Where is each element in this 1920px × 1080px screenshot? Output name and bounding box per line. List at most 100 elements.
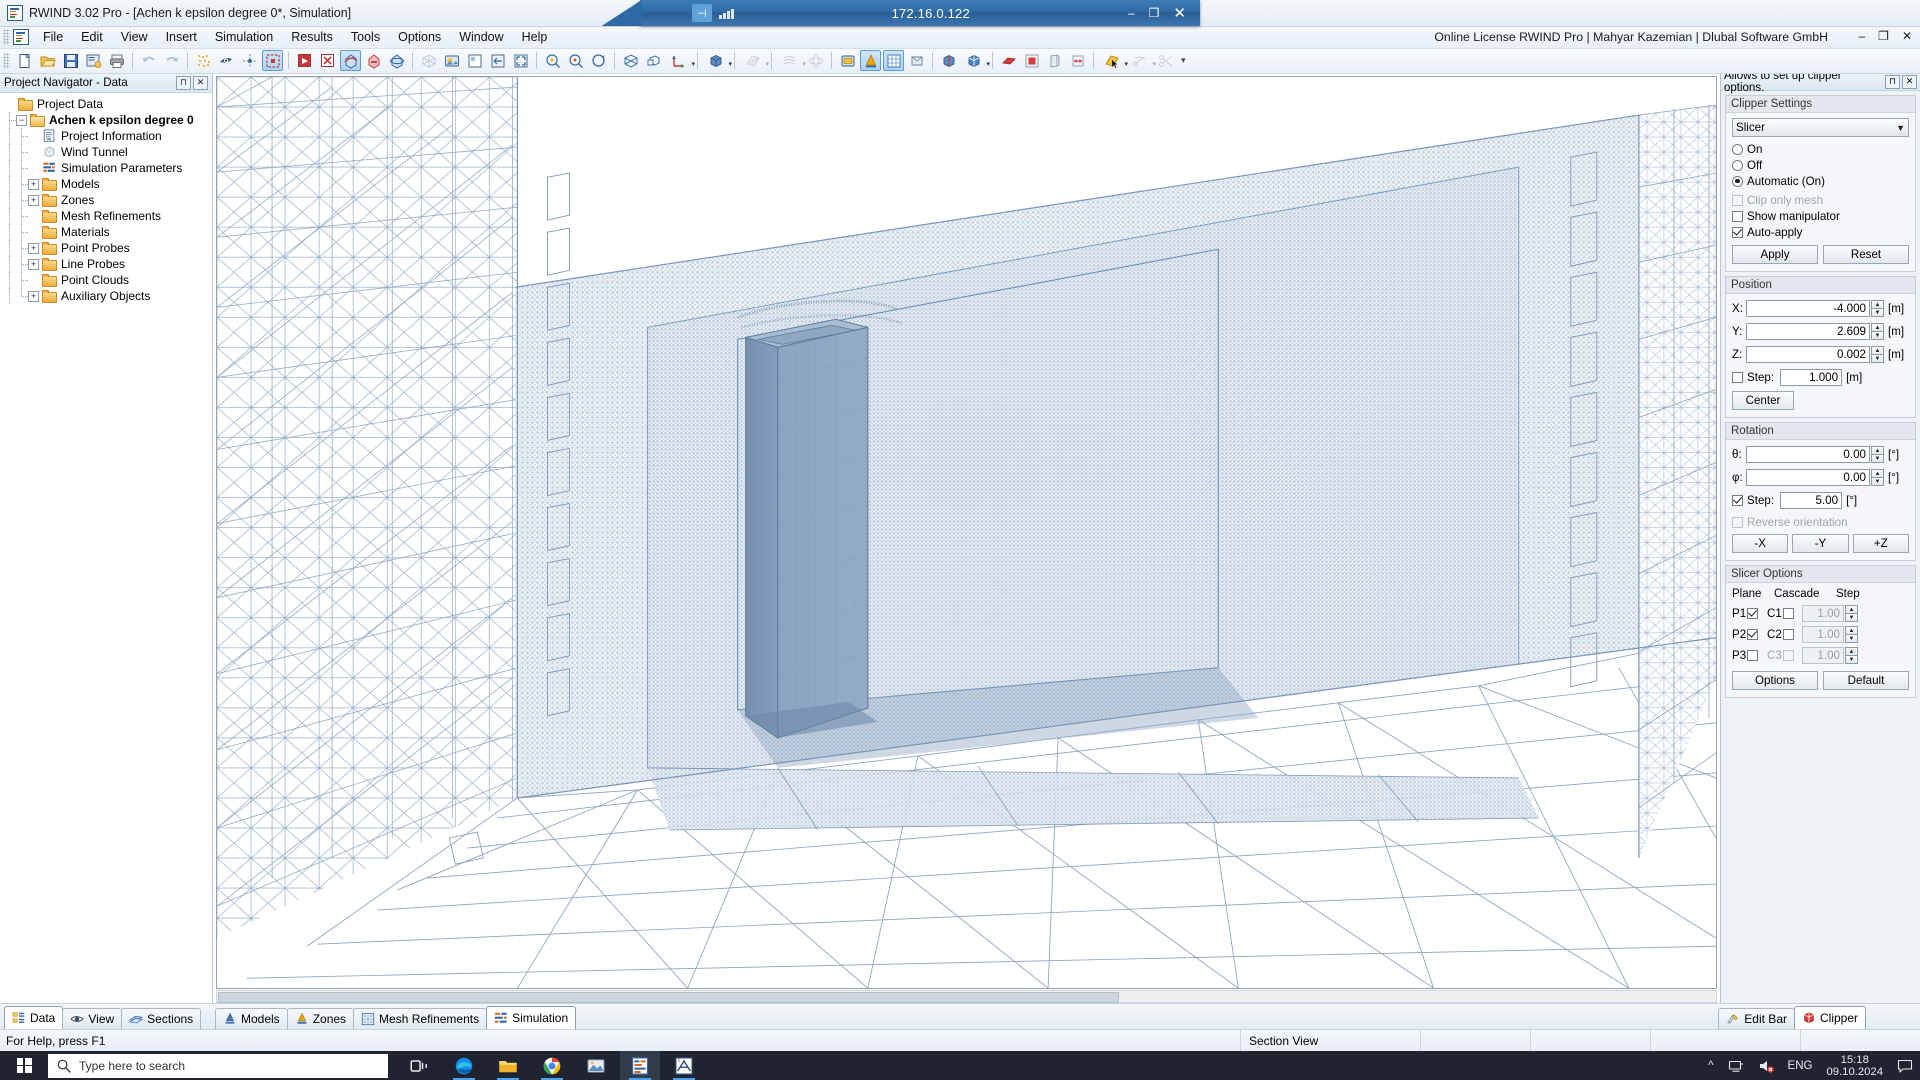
tree-item-zones[interactable]: + Zones [0,192,212,208]
clipper-radio-on[interactable]: On [1732,141,1909,157]
spinner-up-icon[interactable]: ▲ [1871,346,1884,354]
axis-view-icon[interactable]: ▾ [666,50,695,71]
spinner-up-icon[interactable]: ▲ [1871,446,1884,454]
spinner-down-icon[interactable]: ▼ [1871,308,1884,317]
search-input[interactable]: Type here to search [48,1053,388,1078]
materials-icon[interactable] [906,50,927,71]
rotation-step-checkbox[interactable]: Step: [1732,493,1774,509]
expand-node-icon[interactable]: + [28,178,39,190]
tree-item-models[interactable]: + Models [0,176,212,192]
position-spinner-0[interactable]: ▲ ▼ [1871,300,1884,317]
rdp-minimize-button[interactable]: – [1128,6,1135,20]
photos-icon[interactable] [576,1051,616,1080]
scrollbar-thumb[interactable] [218,992,1120,1003]
zones-icon[interactable] [860,50,881,71]
google-chrome-icon[interactable] [532,1051,572,1080]
rfem-icon[interactable]: 6 [664,1051,704,1080]
rdp-restore-button[interactable]: ❐ [1149,6,1160,20]
clipper-box-icon[interactable] [938,50,959,71]
spinner-up-icon[interactable]: ▲ [1871,300,1884,308]
tab-clipper[interactable]: Clipper [1793,1006,1866,1029]
spinner-up-icon[interactable]: ▲ [1871,469,1884,477]
pan-model-icon[interactable] [363,50,384,71]
position-spinner-2[interactable]: ▲ ▼ [1871,346,1884,363]
box-select-icon[interactable] [294,50,315,71]
spinner-up-icon[interactable]: ▲ [1845,605,1858,613]
render-shaded-icon[interactable] [441,50,462,71]
rotation-input-1[interactable]: 0.00 [1746,469,1870,486]
zoom-all-icon[interactable] [510,50,531,71]
rotation-axis-button-minusX[interactable]: -X [1732,534,1789,553]
print-icon[interactable] [106,50,127,71]
menu-item-edit[interactable]: Edit [72,27,112,47]
slicer-plane-checkbox-0[interactable] [1747,606,1762,622]
tab-data[interactable]: Data [4,1006,64,1029]
app-minimize-button[interactable]: – [1858,29,1865,43]
rdp-close-button[interactable]: ✕ [1173,4,1186,22]
action-center-icon[interactable] [1890,1051,1920,1080]
rwind-icon[interactable] [620,1051,660,1080]
spinner-up-icon[interactable]: ▲ [1871,323,1884,331]
zoom-previous-icon[interactable] [487,50,508,71]
expand-node-icon[interactable]: + [28,242,39,254]
tree-item-achen-k-epsilon-degree-0[interactable]: − Achen k epsilon degree 0 [0,112,212,128]
rotation-step-input[interactable]: 5.00 [1780,492,1843,509]
spinner-down-icon[interactable]: ▼ [1871,454,1884,463]
menu-item-options[interactable]: Options [389,27,450,47]
position-input-1[interactable]: 2.609 [1746,323,1870,340]
orbit-model-icon[interactable] [386,50,407,71]
pick-surface-icon[interactable]: ▾ [1099,50,1128,71]
tree-item-auxiliary-objects[interactable]: + Auxiliary Objects [0,288,212,304]
rotation-spinner-1[interactable]: ▲ ▼ [1871,469,1884,486]
volume-muted-icon[interactable] [1751,1051,1781,1080]
app-close-button[interactable]: ✕ [1902,29,1912,43]
view-cube-icon[interactable]: ▾ [703,50,732,71]
tree-item-project-information[interactable]: Project Information [0,128,212,144]
language-indicator[interactable]: ENG [1781,1051,1820,1080]
viewport-horizontal-scrollbar[interactable] [216,990,1717,1003]
spinner-down-icon[interactable]: ▼ [1845,613,1858,622]
slicer-cascade-checkbox-1[interactable] [1783,627,1798,643]
spinner-down-icon[interactable]: ▼ [1871,354,1884,363]
toolbar-drag-grip[interactable] [3,52,10,69]
clipper-radio-off[interactable]: Off [1732,157,1909,173]
clipper-mode-select[interactable]: Slicer ▼ [1732,118,1909,137]
app-restore-button[interactable]: ❐ [1878,29,1889,43]
zoom-fit-icon[interactable] [588,50,609,71]
slicer-plane-checkbox-1[interactable] [1747,627,1762,643]
pin-icon[interactable]: ⊣ [692,4,712,22]
clipper-check-auto-apply[interactable]: Auto-apply [1732,224,1909,240]
slicer-plane-checkbox-2[interactable] [1747,648,1762,664]
solid-red-icon[interactable] [1021,50,1042,71]
menu-item-results[interactable]: Results [282,27,342,47]
rotate-model-icon[interactable] [340,50,361,71]
perspective-view-icon[interactable] [620,50,641,71]
tab-edit-bar[interactable]: Edit Bar [1718,1008,1795,1029]
clipper-reset-button[interactable]: Reset [1823,245,1909,264]
menu-item-view[interactable]: View [112,27,157,47]
spinner-down-icon[interactable]: ▼ [1871,477,1884,486]
position-input-0[interactable]: -4.000 [1746,300,1870,317]
position-spinner-1[interactable]: ▲ ▼ [1871,323,1884,340]
tab-sections[interactable]: Sections [121,1008,202,1029]
save-as-icon[interactable] [83,50,104,71]
position-step-checkbox[interactable]: Step: [1732,370,1774,386]
tree-item-point-clouds[interactable]: Point Clouds [0,272,212,288]
node-snap-icon[interactable] [239,50,260,71]
toolbar-overflow-button[interactable]: ▾ [1181,56,1186,65]
menu-item-simulation[interactable]: Simulation [206,27,282,47]
clipper-cube-icon[interactable]: ▾ [961,50,990,71]
menu-item-insert[interactable]: Insert [157,27,206,47]
spinner-down-icon[interactable]: ▼ [1845,655,1858,664]
navigator-close-button[interactable]: ✕ [193,75,208,90]
slicer-cascade-checkbox-0[interactable] [1783,606,1798,622]
dropdown-arrow-icon[interactable]: ▾ [765,60,769,68]
zoom-in-icon[interactable] [542,50,563,71]
model-3d-viewport[interactable] [216,76,1717,989]
plane-slice-icon[interactable] [1044,50,1065,71]
position-input-2[interactable]: 0.002 [1746,346,1870,363]
mesh-refinements-icon[interactable] [883,50,904,71]
slicer-default-button[interactable]: Default [1823,671,1909,690]
tree-item-materials[interactable]: Materials [0,224,212,240]
tab-simulation[interactable]: Simulation [486,1006,577,1029]
